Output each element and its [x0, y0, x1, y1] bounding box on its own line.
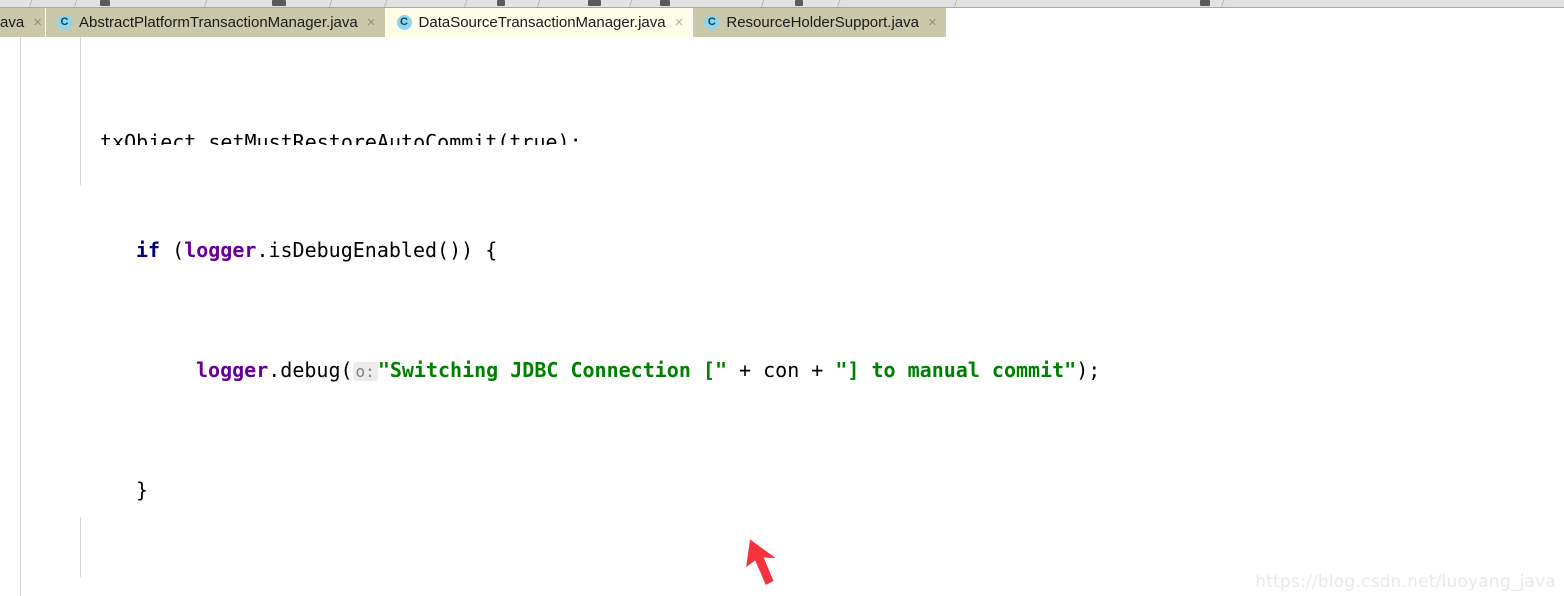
code-text: );: [1076, 358, 1101, 382]
tab-datasource-transaction-manager[interactable]: C DataSourceTransactionManager.java ×: [385, 8, 694, 37]
java-class-icon: C: [57, 15, 72, 30]
code-text: .debug(: [268, 358, 353, 382]
site-watermark: https://blog.csdn.net/luoyang_java: [1255, 572, 1556, 592]
toolbar-tick: [628, 0, 633, 7]
tab-label: ResourceHolderSupport.java: [726, 14, 919, 31]
toolbar-tick: [203, 0, 208, 7]
code-text: + con +: [727, 358, 836, 382]
code-editor[interactable]: txObject.setMustRestoreAutoCommit(true);…: [0, 37, 1564, 596]
toolbar-icon-fragment[interactable]: [795, 0, 803, 6]
toolbar-icon-fragment[interactable]: [660, 0, 670, 6]
java-class-icon: C: [396, 15, 412, 30]
toolbar-tick: [760, 0, 765, 7]
toolbar-tick: [383, 0, 388, 7]
toolbar-icon-fragment[interactable]: [1200, 0, 1210, 6]
toolbar-tick: [463, 0, 468, 7]
string-literal: "] to manual commit": [835, 358, 1077, 382]
close-icon[interactable]: ×: [675, 15, 684, 30]
clipped-toolbar-strip: [0, 0, 1564, 8]
code-line-close-brace[interactable]: }: [0, 475, 1564, 505]
code-line-logger-debug[interactable]: logger.debug(o: "Switching JDBC Connectio…: [0, 355, 1564, 385]
close-icon[interactable]: ×: [33, 15, 42, 30]
code-line-clipped[interactable]: txObject.setMustRestoreAutoCommit(true);: [0, 127, 1564, 145]
tab-label: ava: [0, 14, 25, 31]
code-text: (: [160, 238, 185, 262]
toolbar-icon-fragment[interactable]: [272, 0, 286, 6]
keyword-if: if: [136, 238, 161, 262]
toolbar-tick: [1220, 0, 1225, 7]
java-class-icon: C: [704, 15, 720, 30]
toolbar-icon-fragment[interactable]: [497, 0, 505, 6]
tab-resource-holder-support[interactable]: C ResourceHolderSupport.java ×: [693, 8, 947, 37]
field-logger: logger: [184, 238, 257, 262]
toolbar-tick: [328, 0, 333, 7]
code-text: .isDebugEnabled()) {: [256, 238, 498, 262]
tab-label: DataSourceTransactionManager.java: [418, 14, 666, 31]
code-content[interactable]: txObject.setMustRestoreAutoCommit(true);…: [0, 37, 1564, 596]
toolbar-icon-fragment[interactable]: [100, 0, 110, 6]
toolbar-tick: [836, 0, 841, 7]
string-literal: "Switching JDBC Connection [": [377, 358, 728, 382]
close-icon[interactable]: ×: [367, 15, 376, 30]
tab-bar-filler: [946, 8, 1564, 37]
toolbar-tick: [536, 0, 541, 7]
code-line-if-debug[interactable]: if (logger.isDebugEnabled()) {: [0, 235, 1564, 265]
tab-abstract-platform-transaction-manager[interactable]: C AbstractPlatformTransactionManager.jav…: [46, 8, 386, 37]
field-logger: logger: [196, 358, 269, 382]
toolbar-tick: [953, 0, 958, 7]
close-icon[interactable]: ×: [928, 15, 937, 30]
tab-label: AbstractPlatformTransactionManager.java: [79, 14, 358, 31]
toolbar-icon-fragment[interactable]: [588, 0, 601, 6]
parameter-hint: o:: [352, 362, 378, 381]
editor-tab-bar: ava × C AbstractPlatformTransactionManag…: [0, 8, 1564, 37]
code-text: }: [136, 478, 149, 502]
tab-clipped-java[interactable]: ava ×: [0, 8, 46, 37]
toolbar-tick: [73, 0, 78, 7]
toolbar-tick: [28, 0, 33, 7]
